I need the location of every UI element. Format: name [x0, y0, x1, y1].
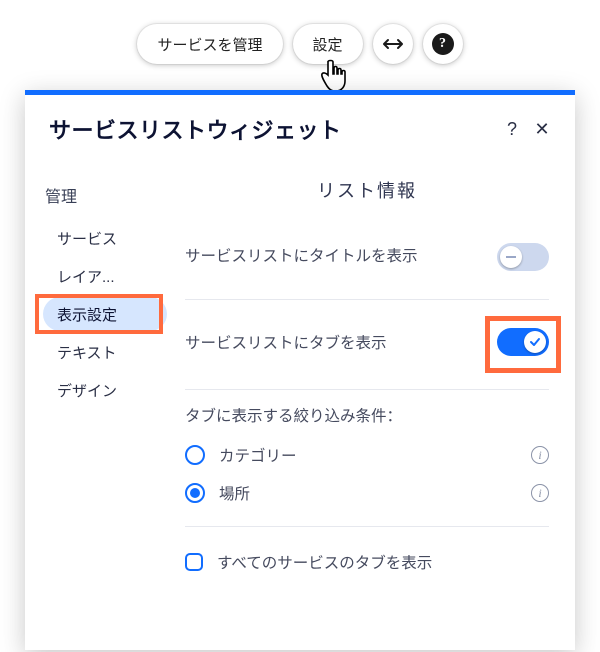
show-tabs-label: サービスリストにタブを表示: [185, 332, 481, 357]
show-title-toggle[interactable]: [497, 243, 549, 271]
settings-panel: サービスリストウィジェット ? ✕ 管理 サービス レイア... 表示設定 テキ…: [25, 90, 575, 650]
toggle-knob-icon: [524, 331, 546, 353]
content-heading: リスト情報: [185, 177, 549, 203]
panel-header: サービスリストウィジェット ? ✕: [25, 95, 575, 163]
sidebar-item-text[interactable]: テキスト: [43, 335, 167, 369]
panel-help-button[interactable]: ?: [497, 119, 527, 140]
settings-button[interactable]: 設定: [293, 24, 363, 64]
filter-heading: タブに表示する絞り込み条件：: [185, 404, 549, 426]
help-icon: ?: [432, 33, 454, 55]
show-title-label: サービスリストにタイトルを表示: [185, 245, 481, 270]
info-icon[interactable]: i: [531, 446, 549, 464]
divider: [185, 526, 549, 527]
sidebar-item-label: デザイン: [57, 380, 117, 401]
content-pane: リスト情報 サービスリストにタイトルを表示 サービスリストにタブを表示: [175, 163, 575, 650]
show-all-checkbox[interactable]: [185, 553, 203, 571]
manage-services-label: サービスを管理: [157, 34, 262, 55]
radio-category-label: カテゴリー: [219, 444, 517, 466]
divider: [185, 389, 549, 390]
manage-services-button[interactable]: サービスを管理: [137, 24, 282, 64]
show-tabs-toggle[interactable]: [497, 328, 549, 356]
panel-title: サービスリストウィジェット: [49, 113, 497, 145]
sidebar: 管理 サービス レイア... 表示設定 テキスト デザイン: [25, 163, 175, 650]
info-icon[interactable]: i: [531, 484, 549, 502]
radio-location[interactable]: [185, 483, 205, 503]
sidebar-item-design[interactable]: デザイン: [43, 373, 167, 407]
panel-close-button[interactable]: ✕: [527, 119, 557, 140]
toggle-knob-icon: [500, 246, 522, 268]
sidebar-item-label: 表示設定: [57, 304, 117, 325]
sidebar-item-label: レイア...: [57, 266, 115, 287]
stretch-button[interactable]: [373, 24, 413, 64]
sidebar-heading: 管理: [45, 183, 167, 207]
radio-category[interactable]: [185, 445, 205, 465]
sidebar-item-label: サービス: [57, 228, 117, 249]
show-all-label: すべてのサービスのタブを表示: [217, 551, 432, 573]
divider: [185, 299, 549, 300]
stretch-icon: [382, 37, 404, 51]
sidebar-item-services[interactable]: サービス: [43, 221, 167, 255]
sidebar-item-label: テキスト: [57, 342, 117, 363]
help-button[interactable]: ?: [423, 24, 463, 64]
settings-label: 設定: [313, 34, 343, 55]
sidebar-item-layout[interactable]: レイア...: [43, 259, 167, 293]
sidebar-item-display-settings[interactable]: 表示設定: [43, 297, 167, 331]
radio-location-label: 場所: [219, 482, 517, 504]
